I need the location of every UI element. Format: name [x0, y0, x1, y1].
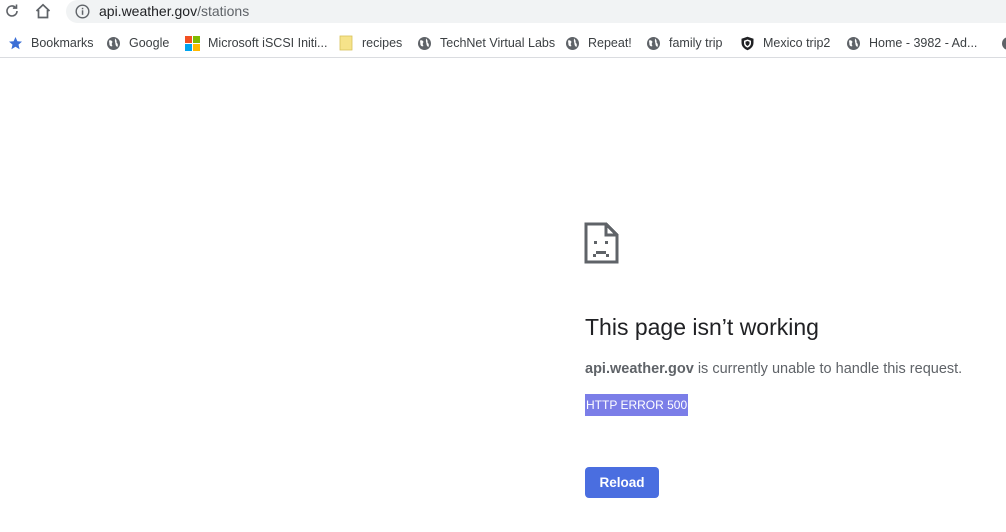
bookmark-label: Bookmarks: [31, 36, 94, 50]
bookmark-technet[interactable]: TechNet Virtual Labs: [416, 33, 555, 53]
bookmark-mexico-trip2[interactable]: Mexico trip2: [739, 33, 830, 53]
globe-icon: [1000, 35, 1006, 51]
info-icon[interactable]: [75, 4, 90, 19]
globe-icon: [564, 35, 580, 51]
sad-page-icon: [584, 222, 620, 264]
bookmark-family-trip[interactable]: family trip: [645, 33, 722, 53]
error-code: HTTP ERROR 500: [585, 394, 689, 416]
shield-icon: [739, 35, 755, 51]
home-icon[interactable]: [31, 0, 55, 22]
folder-icon: [338, 35, 354, 51]
reload-button[interactable]: Reload: [585, 467, 659, 498]
bookmark-recipes[interactable]: recipes: [338, 33, 402, 53]
error-message: api.weather.gov is currently unable to h…: [585, 360, 962, 378]
bookmark-label: recipes: [362, 36, 403, 50]
bookmark-home-3982[interactable]: Home - 3982 - Ad...: [845, 33, 977, 53]
bookmark-label: TechNet Virtual Labs: [440, 36, 556, 50]
url-host: api.weather.gov: [99, 3, 198, 19]
bookmark-repeat[interactable]: Repeat!: [564, 33, 632, 53]
bookmark-label: Home - 3982 - Ad...: [869, 36, 978, 50]
bookmark-bookmarks[interactable]: Bookmarks: [7, 33, 94, 53]
bookmark-label: Repeat!: [588, 36, 632, 50]
error-title: This page isn’t working: [585, 314, 819, 340]
globe-icon: [845, 35, 861, 51]
address-bar[interactable]: api.weather.gov/stations: [66, 0, 1006, 23]
globe-icon: [416, 35, 432, 51]
bookmark-microsoft-iscsi[interactable]: Microsoft iSCSI Initi...: [184, 33, 327, 53]
bookmark-label: Google: [129, 36, 170, 50]
browser-toolbar: api.weather.gov/stations: [0, 0, 1006, 24]
url-path: /stations: [197, 3, 250, 19]
globe-icon: [645, 35, 661, 51]
globe-icon: [105, 35, 121, 51]
url-text[interactable]: api.weather.gov/stations: [99, 3, 249, 19]
bookmark-label: Microsoft iSCSI Initi...: [208, 36, 328, 50]
star-icon: [7, 35, 23, 51]
bookmark-label: family trip: [669, 36, 723, 50]
reload-icon[interactable]: [0, 0, 24, 22]
bookmarks-bar: Bookmarks Google Microsoft iSCSI Initi..…: [0, 29, 1006, 58]
error-host: api.weather.gov: [585, 361, 694, 377]
bookmark-google[interactable]: Google: [105, 33, 169, 53]
microsoft-logo-icon: [184, 35, 200, 51]
bookmark-overflow[interactable]: [1000, 33, 1006, 53]
error-message-text: is currently unable to handle this reque…: [693, 361, 963, 377]
bookmark-label: Mexico trip2: [763, 36, 831, 50]
